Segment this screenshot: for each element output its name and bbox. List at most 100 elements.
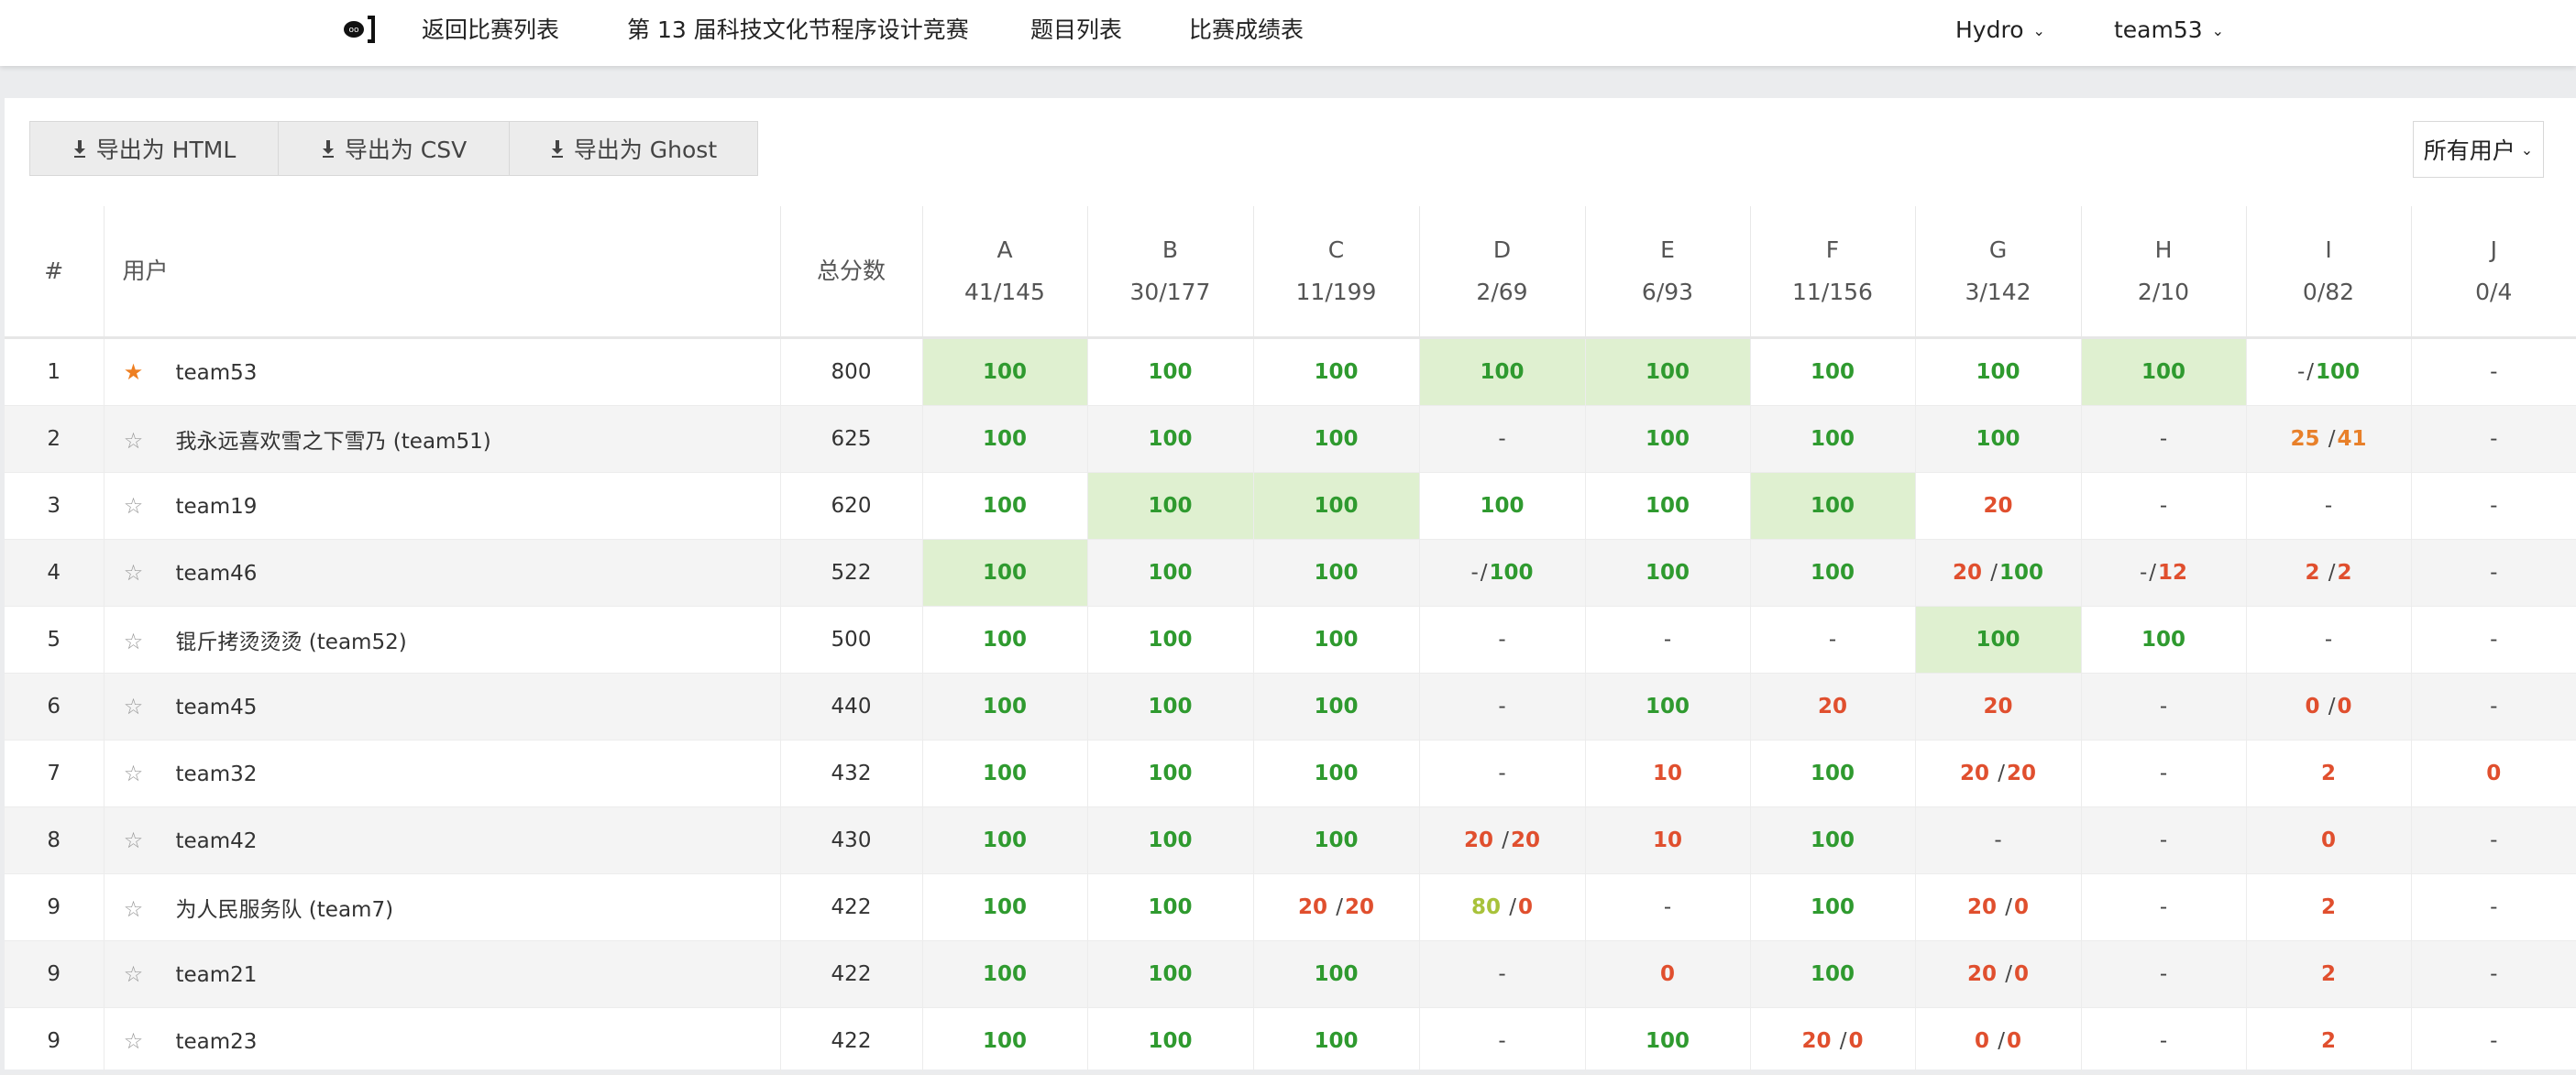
score-cell-g[interactable]: 100 xyxy=(1915,405,2082,473)
score-cell-h[interactable]: -/12 xyxy=(2081,539,2247,607)
score-cell-j[interactable]: 0 xyxy=(2411,740,2576,807)
score-cell-e[interactable]: - xyxy=(1585,873,1751,941)
score-cell-i[interactable]: 0 xyxy=(2246,806,2412,874)
score-cell-j[interactable]: - xyxy=(2411,873,2576,941)
header-problem-j[interactable]: J 0/4 xyxy=(2411,206,2576,339)
score-cell-b[interactable]: 100 xyxy=(1087,873,1254,941)
header-problem-d[interactable]: D 2/69 xyxy=(1419,206,1586,339)
score-cell-d[interactable]: - xyxy=(1419,673,1586,740)
score-cell-c[interactable]: 100 xyxy=(1253,740,1420,807)
score-cell-b[interactable]: 100 xyxy=(1087,806,1254,874)
score-cell-h[interactable]: - xyxy=(2081,873,2247,941)
user-name-link[interactable]: 我永远喜欢雪之下雪乃 (team51) xyxy=(176,430,491,454)
score-cell-h[interactable]: 100 xyxy=(2081,606,2247,674)
score-cell-i[interactable]: 2 xyxy=(2246,740,2412,807)
score-cell-a[interactable]: 100 xyxy=(922,940,1088,1008)
export-csv-button[interactable]: 导出为 CSV xyxy=(278,121,510,176)
nav-scoreboard[interactable]: 比赛成绩表 xyxy=(1189,15,1304,46)
user-name-link[interactable]: team23 xyxy=(176,1030,258,1054)
score-cell-g[interactable]: 20 xyxy=(1915,472,2082,540)
header-problem-i[interactable]: I 0/82 xyxy=(2246,206,2412,339)
score-cell-a[interactable]: 100 xyxy=(922,405,1088,473)
score-cell-c[interactable]: 20 /20 xyxy=(1253,873,1420,941)
score-cell-f[interactable]: 100 xyxy=(1750,806,1916,874)
score-cell-g[interactable]: 20 /0 xyxy=(1915,873,2082,941)
score-cell-e[interactable]: - xyxy=(1585,606,1751,674)
user-dropdown[interactable]: team53 ⌄ xyxy=(2114,15,2224,47)
score-cell-j[interactable]: - xyxy=(2411,405,2576,473)
score-cell-i[interactable]: 0 /0 xyxy=(2246,673,2412,740)
score-cell-f[interactable]: 100 xyxy=(1750,337,1916,406)
score-cell-g[interactable]: 20 /0 xyxy=(1915,940,2082,1008)
score-cell-a[interactable]: 100 xyxy=(922,873,1088,941)
score-cell-d[interactable]: - xyxy=(1419,405,1586,473)
score-cell-j[interactable]: - xyxy=(2411,337,2576,406)
user-name-link[interactable]: team42 xyxy=(176,829,258,853)
header-problem-f[interactable]: F 11/156 xyxy=(1750,206,1916,339)
score-cell-j[interactable]: - xyxy=(2411,472,2576,540)
score-cell-h[interactable]: 100 xyxy=(2081,337,2247,406)
score-cell-d[interactable]: -/100 xyxy=(1419,539,1586,607)
star-icon[interactable]: ☆ xyxy=(123,493,145,519)
header-problem-b[interactable]: B 30/177 xyxy=(1087,206,1254,339)
export-html-button[interactable]: 导出为 HTML xyxy=(29,121,279,176)
score-cell-a[interactable]: 100 xyxy=(922,673,1088,740)
score-cell-j[interactable]: - xyxy=(2411,806,2576,874)
export-ghost-button[interactable]: 导出为 Ghost xyxy=(509,121,758,176)
score-cell-e[interactable]: 10 xyxy=(1585,806,1751,874)
score-cell-c[interactable]: 100 xyxy=(1253,606,1420,674)
score-cell-a[interactable]: 100 xyxy=(922,472,1088,540)
score-cell-e[interactable]: 100 xyxy=(1585,337,1751,406)
star-icon[interactable]: ☆ xyxy=(123,1028,145,1054)
hydro-logo-icon[interactable]: oo xyxy=(342,13,379,46)
star-icon[interactable]: ☆ xyxy=(123,761,145,786)
score-cell-a[interactable]: 100 xyxy=(922,606,1088,674)
score-cell-c[interactable]: 100 xyxy=(1253,940,1420,1008)
score-cell-c[interactable]: 100 xyxy=(1253,806,1420,874)
header-problem-c[interactable]: C 11/199 xyxy=(1253,206,1420,339)
score-cell-h[interactable]: - xyxy=(2081,806,2247,874)
score-cell-e[interactable]: 100 xyxy=(1585,539,1751,607)
star-icon[interactable]: ☆ xyxy=(123,896,145,922)
score-cell-e[interactable]: 10 xyxy=(1585,740,1751,807)
score-cell-f[interactable]: 100 xyxy=(1750,472,1916,540)
star-icon[interactable]: ☆ xyxy=(123,560,145,586)
user-name-link[interactable]: team21 xyxy=(176,963,258,987)
user-name-link[interactable]: team46 xyxy=(176,562,258,586)
score-cell-b[interactable]: 100 xyxy=(1087,673,1254,740)
score-cell-j[interactable]: - xyxy=(2411,673,2576,740)
user-name-link[interactable]: 锟斤拷烫烫烫 (team52) xyxy=(176,631,407,654)
user-name-link[interactable]: team32 xyxy=(176,762,258,786)
score-cell-f[interactable]: 100 xyxy=(1750,539,1916,607)
score-cell-c[interactable]: 100 xyxy=(1253,472,1420,540)
score-cell-f[interactable]: 100 xyxy=(1750,405,1916,473)
score-cell-g[interactable]: 20 /100 xyxy=(1915,539,2082,607)
star-icon[interactable]: ☆ xyxy=(123,629,145,654)
nav-contest-title[interactable]: 第 13 届科技文化节程序设计竞赛 xyxy=(627,15,969,46)
score-cell-c[interactable]: 100 xyxy=(1253,405,1420,473)
score-cell-d[interactable]: 100 xyxy=(1419,337,1586,406)
score-cell-j[interactable]: - xyxy=(2411,606,2576,674)
score-cell-g[interactable]: 100 xyxy=(1915,606,2082,674)
star-icon[interactable]: ☆ xyxy=(123,828,145,853)
score-cell-i[interactable]: - xyxy=(2246,472,2412,540)
score-cell-e[interactable]: 100 xyxy=(1585,673,1751,740)
star-icon[interactable]: ☆ xyxy=(123,428,145,454)
score-cell-b[interactable]: 100 xyxy=(1087,405,1254,473)
score-cell-g[interactable]: 20 /20 xyxy=(1915,740,2082,807)
user-name-link[interactable]: team45 xyxy=(176,696,258,719)
header-problem-a[interactable]: A 41/145 xyxy=(922,206,1088,339)
score-cell-b[interactable]: 100 xyxy=(1087,337,1254,406)
score-cell-e[interactable]: 100 xyxy=(1585,405,1751,473)
score-cell-i[interactable]: 2 xyxy=(2246,873,2412,941)
nav-problem-list[interactable]: 题目列表 xyxy=(1030,15,1122,46)
score-cell-d[interactable]: 80 /0 xyxy=(1419,873,1586,941)
score-cell-h[interactable]: - xyxy=(2081,405,2247,473)
score-cell-d[interactable]: 20 /20 xyxy=(1419,806,1586,874)
score-cell-i[interactable]: -/100 xyxy=(2246,337,2412,406)
header-problem-h[interactable]: H 2/10 xyxy=(2081,206,2247,339)
user-name-link[interactable]: 为人民服务队 (team7) xyxy=(176,898,394,922)
user-filter-select[interactable]: 所有用户 ⌄ xyxy=(2413,121,2544,178)
score-cell-d[interactable]: 100 xyxy=(1419,472,1586,540)
score-cell-f[interactable]: 20 xyxy=(1750,673,1916,740)
